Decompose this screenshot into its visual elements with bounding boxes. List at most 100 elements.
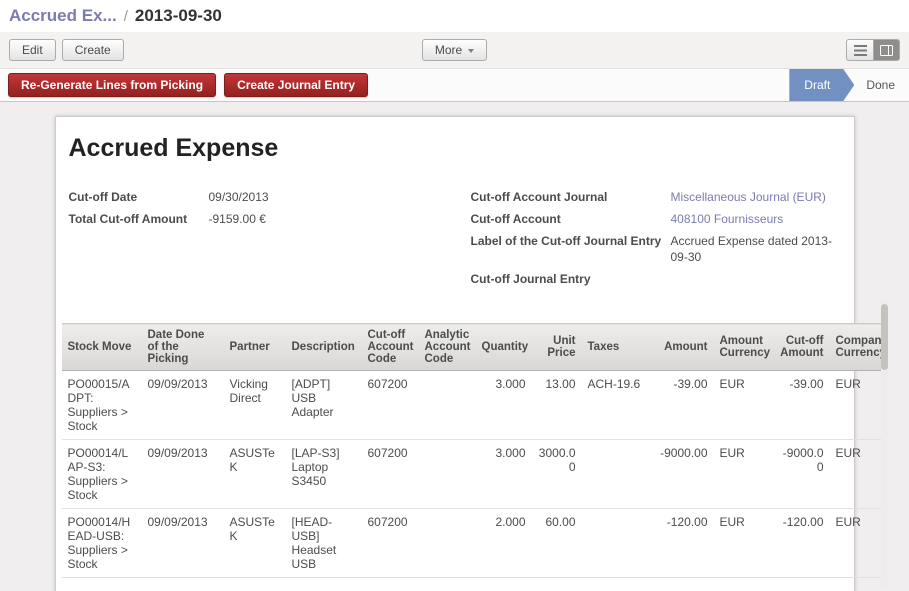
list-view-button[interactable] bbox=[846, 39, 873, 61]
more-button[interactable]: More bbox=[422, 39, 487, 61]
chevron-down-icon bbox=[468, 49, 474, 53]
create-journal-entry-button[interactable]: Create Journal Entry bbox=[224, 73, 368, 97]
form-view: Accrued Expense Cut-off Date 09/30/2013 … bbox=[0, 102, 909, 591]
field-cutoff-account: Cut-off Account 408100 Fournisseurs bbox=[471, 211, 835, 227]
table-cell: -9000.00 bbox=[772, 440, 830, 509]
breadcrumb-separator: / bbox=[124, 8, 128, 25]
lines-header-row: Stock MoveDate Done of the PickingPartne… bbox=[62, 324, 885, 371]
table-cell: 3000.00 bbox=[532, 440, 582, 509]
cutoff-journal-entry-label: Cut-off Journal Entry bbox=[471, 271, 671, 287]
status-draft[interactable]: Draft bbox=[789, 69, 854, 101]
more-button-label: More bbox=[435, 43, 462, 57]
cutoff-date-value: 09/30/2013 bbox=[209, 189, 471, 205]
column-header[interactable]: Cut-off Amount bbox=[772, 324, 830, 371]
cutoff-account-journal-link[interactable]: Miscellaneous Journal (EUR) bbox=[671, 189, 835, 205]
cutoff-date-label: Cut-off Date bbox=[69, 189, 209, 205]
table-cell: 2.000 bbox=[476, 509, 532, 578]
table-cell: -9000.00 bbox=[652, 440, 714, 509]
column-header[interactable]: Company Currency bbox=[830, 324, 885, 371]
field-cutoff-account-journal: Cut-off Account Journal Miscellaneous Jo… bbox=[471, 189, 835, 205]
lines-table: Stock MoveDate Done of the PickingPartne… bbox=[62, 323, 885, 578]
field-cutoff-journal-entry: Cut-off Journal Entry bbox=[471, 271, 835, 287]
column-header[interactable]: Cut-off Account Code bbox=[362, 324, 419, 371]
cutoff-account-label: Cut-off Account bbox=[471, 211, 671, 227]
list-icon bbox=[854, 45, 867, 56]
column-header[interactable]: Quantity bbox=[476, 324, 532, 371]
lines-table-container: Stock MoveDate Done of the PickingPartne… bbox=[62, 323, 885, 578]
journal-entry-label-value: Accrued Expense dated 2013-09-30 bbox=[671, 233, 835, 265]
column-header[interactable]: Amount bbox=[652, 324, 714, 371]
field-cutoff-date: Cut-off Date 09/30/2013 bbox=[69, 189, 471, 205]
column-header[interactable]: Analytic Account Code bbox=[419, 324, 476, 371]
table-cell: EUR bbox=[714, 440, 772, 509]
breadcrumb: Accrued Ex... / 2013-09-30 bbox=[0, 0, 909, 32]
table-cell: -120.00 bbox=[652, 509, 714, 578]
create-button[interactable]: Create bbox=[62, 39, 124, 61]
form-icon bbox=[880, 45, 893, 56]
vertical-scrollbar[interactable] bbox=[881, 302, 888, 588]
table-cell: 607200 bbox=[362, 509, 419, 578]
table-cell bbox=[419, 509, 476, 578]
table-cell: [HEAD-USB] Headset USB bbox=[286, 509, 362, 578]
table-cell: -39.00 bbox=[652, 371, 714, 440]
scrollbar-thumb[interactable] bbox=[881, 304, 888, 370]
table-cell: [LAP-S3] Laptop S3450 bbox=[286, 440, 362, 509]
table-cell: 09/09/2013 bbox=[142, 509, 224, 578]
column-header[interactable]: Description bbox=[286, 324, 362, 371]
table-cell: PO00015/ADPT: Suppliers > Stock bbox=[62, 371, 142, 440]
table-cell: 09/09/2013 bbox=[142, 371, 224, 440]
table-cell bbox=[582, 440, 652, 509]
table-cell bbox=[582, 509, 652, 578]
table-cell: 60.00 bbox=[532, 509, 582, 578]
breadcrumb-current: 2013-09-30 bbox=[135, 6, 222, 26]
table-cell: 09/09/2013 bbox=[142, 440, 224, 509]
table-cell: ASUSTeK bbox=[224, 509, 286, 578]
table-cell: PO00014/LAP-S3: Suppliers > Stock bbox=[62, 440, 142, 509]
cutoff-account-journal-label: Cut-off Account Journal bbox=[471, 189, 671, 205]
table-cell bbox=[419, 440, 476, 509]
left-field-group: Cut-off Date 09/30/2013 Total Cut-off Am… bbox=[69, 189, 471, 233]
table-cell: -120.00 bbox=[772, 509, 830, 578]
table-cell: PO00014/HEAD-USB: Suppliers > Stock bbox=[62, 509, 142, 578]
edit-button[interactable]: Edit bbox=[9, 39, 56, 61]
table-cell: 13.00 bbox=[532, 371, 582, 440]
column-header[interactable]: Taxes bbox=[582, 324, 652, 371]
table-row[interactable]: PO00014/LAP-S3: Suppliers > Stock09/09/2… bbox=[62, 440, 885, 509]
table-cell: EUR bbox=[830, 509, 885, 578]
table-cell: ACH-19.6 bbox=[582, 371, 652, 440]
cutoff-account-link[interactable]: 408100 Fournisseurs bbox=[671, 211, 835, 227]
page-title: Accrued Expense bbox=[69, 134, 835, 163]
table-cell: 3.000 bbox=[476, 440, 532, 509]
column-header[interactable]: Date Done of the Picking bbox=[142, 324, 224, 371]
table-cell: ASUSTeK bbox=[224, 440, 286, 509]
table-cell: EUR bbox=[714, 371, 772, 440]
right-field-group: Cut-off Account Journal Miscellaneous Jo… bbox=[471, 189, 835, 293]
form-sheet: Accrued Expense Cut-off Date 09/30/2013 … bbox=[55, 116, 855, 591]
form-view-button[interactable] bbox=[873, 39, 900, 61]
toolbar: Edit Create More bbox=[0, 32, 909, 69]
column-header[interactable]: Unit Price bbox=[532, 324, 582, 371]
total-cutoff-amount-value: -9159.00 € bbox=[209, 211, 471, 227]
column-header[interactable]: Partner bbox=[224, 324, 286, 371]
total-cutoff-amount-label: Total Cut-off Amount bbox=[69, 211, 209, 227]
status-done[interactable]: Done bbox=[846, 69, 909, 101]
table-cell: 3.000 bbox=[476, 371, 532, 440]
column-header[interactable]: Amount Currency bbox=[714, 324, 772, 371]
table-cell: EUR bbox=[830, 440, 885, 509]
field-journal-entry-label: Label of the Cut-off Journal Entry Accru… bbox=[471, 233, 835, 265]
table-row[interactable]: PO00015/ADPT: Suppliers > Stock09/09/201… bbox=[62, 371, 885, 440]
table-cell bbox=[419, 371, 476, 440]
table-cell: Vicking Direct bbox=[224, 371, 286, 440]
table-cell: EUR bbox=[714, 509, 772, 578]
field-total-cutoff-amount: Total Cut-off Amount -9159.00 € bbox=[69, 211, 471, 227]
journal-entry-label-label: Label of the Cut-off Journal Entry bbox=[471, 233, 671, 249]
action-bar: Re-Generate Lines from Picking Create Jo… bbox=[0, 69, 909, 102]
regenerate-lines-button[interactable]: Re-Generate Lines from Picking bbox=[8, 73, 216, 97]
table-cell: [ADPT] USB Adapter bbox=[286, 371, 362, 440]
table-row[interactable]: PO00014/HEAD-USB: Suppliers > Stock09/09… bbox=[62, 509, 885, 578]
statusbar: Draft Done bbox=[789, 69, 909, 101]
view-switcher bbox=[846, 39, 900, 61]
breadcrumb-parent-link[interactable]: Accrued Ex... bbox=[9, 6, 117, 26]
toolbar-left-buttons: Edit Create bbox=[9, 39, 124, 61]
column-header[interactable]: Stock Move bbox=[62, 324, 142, 371]
